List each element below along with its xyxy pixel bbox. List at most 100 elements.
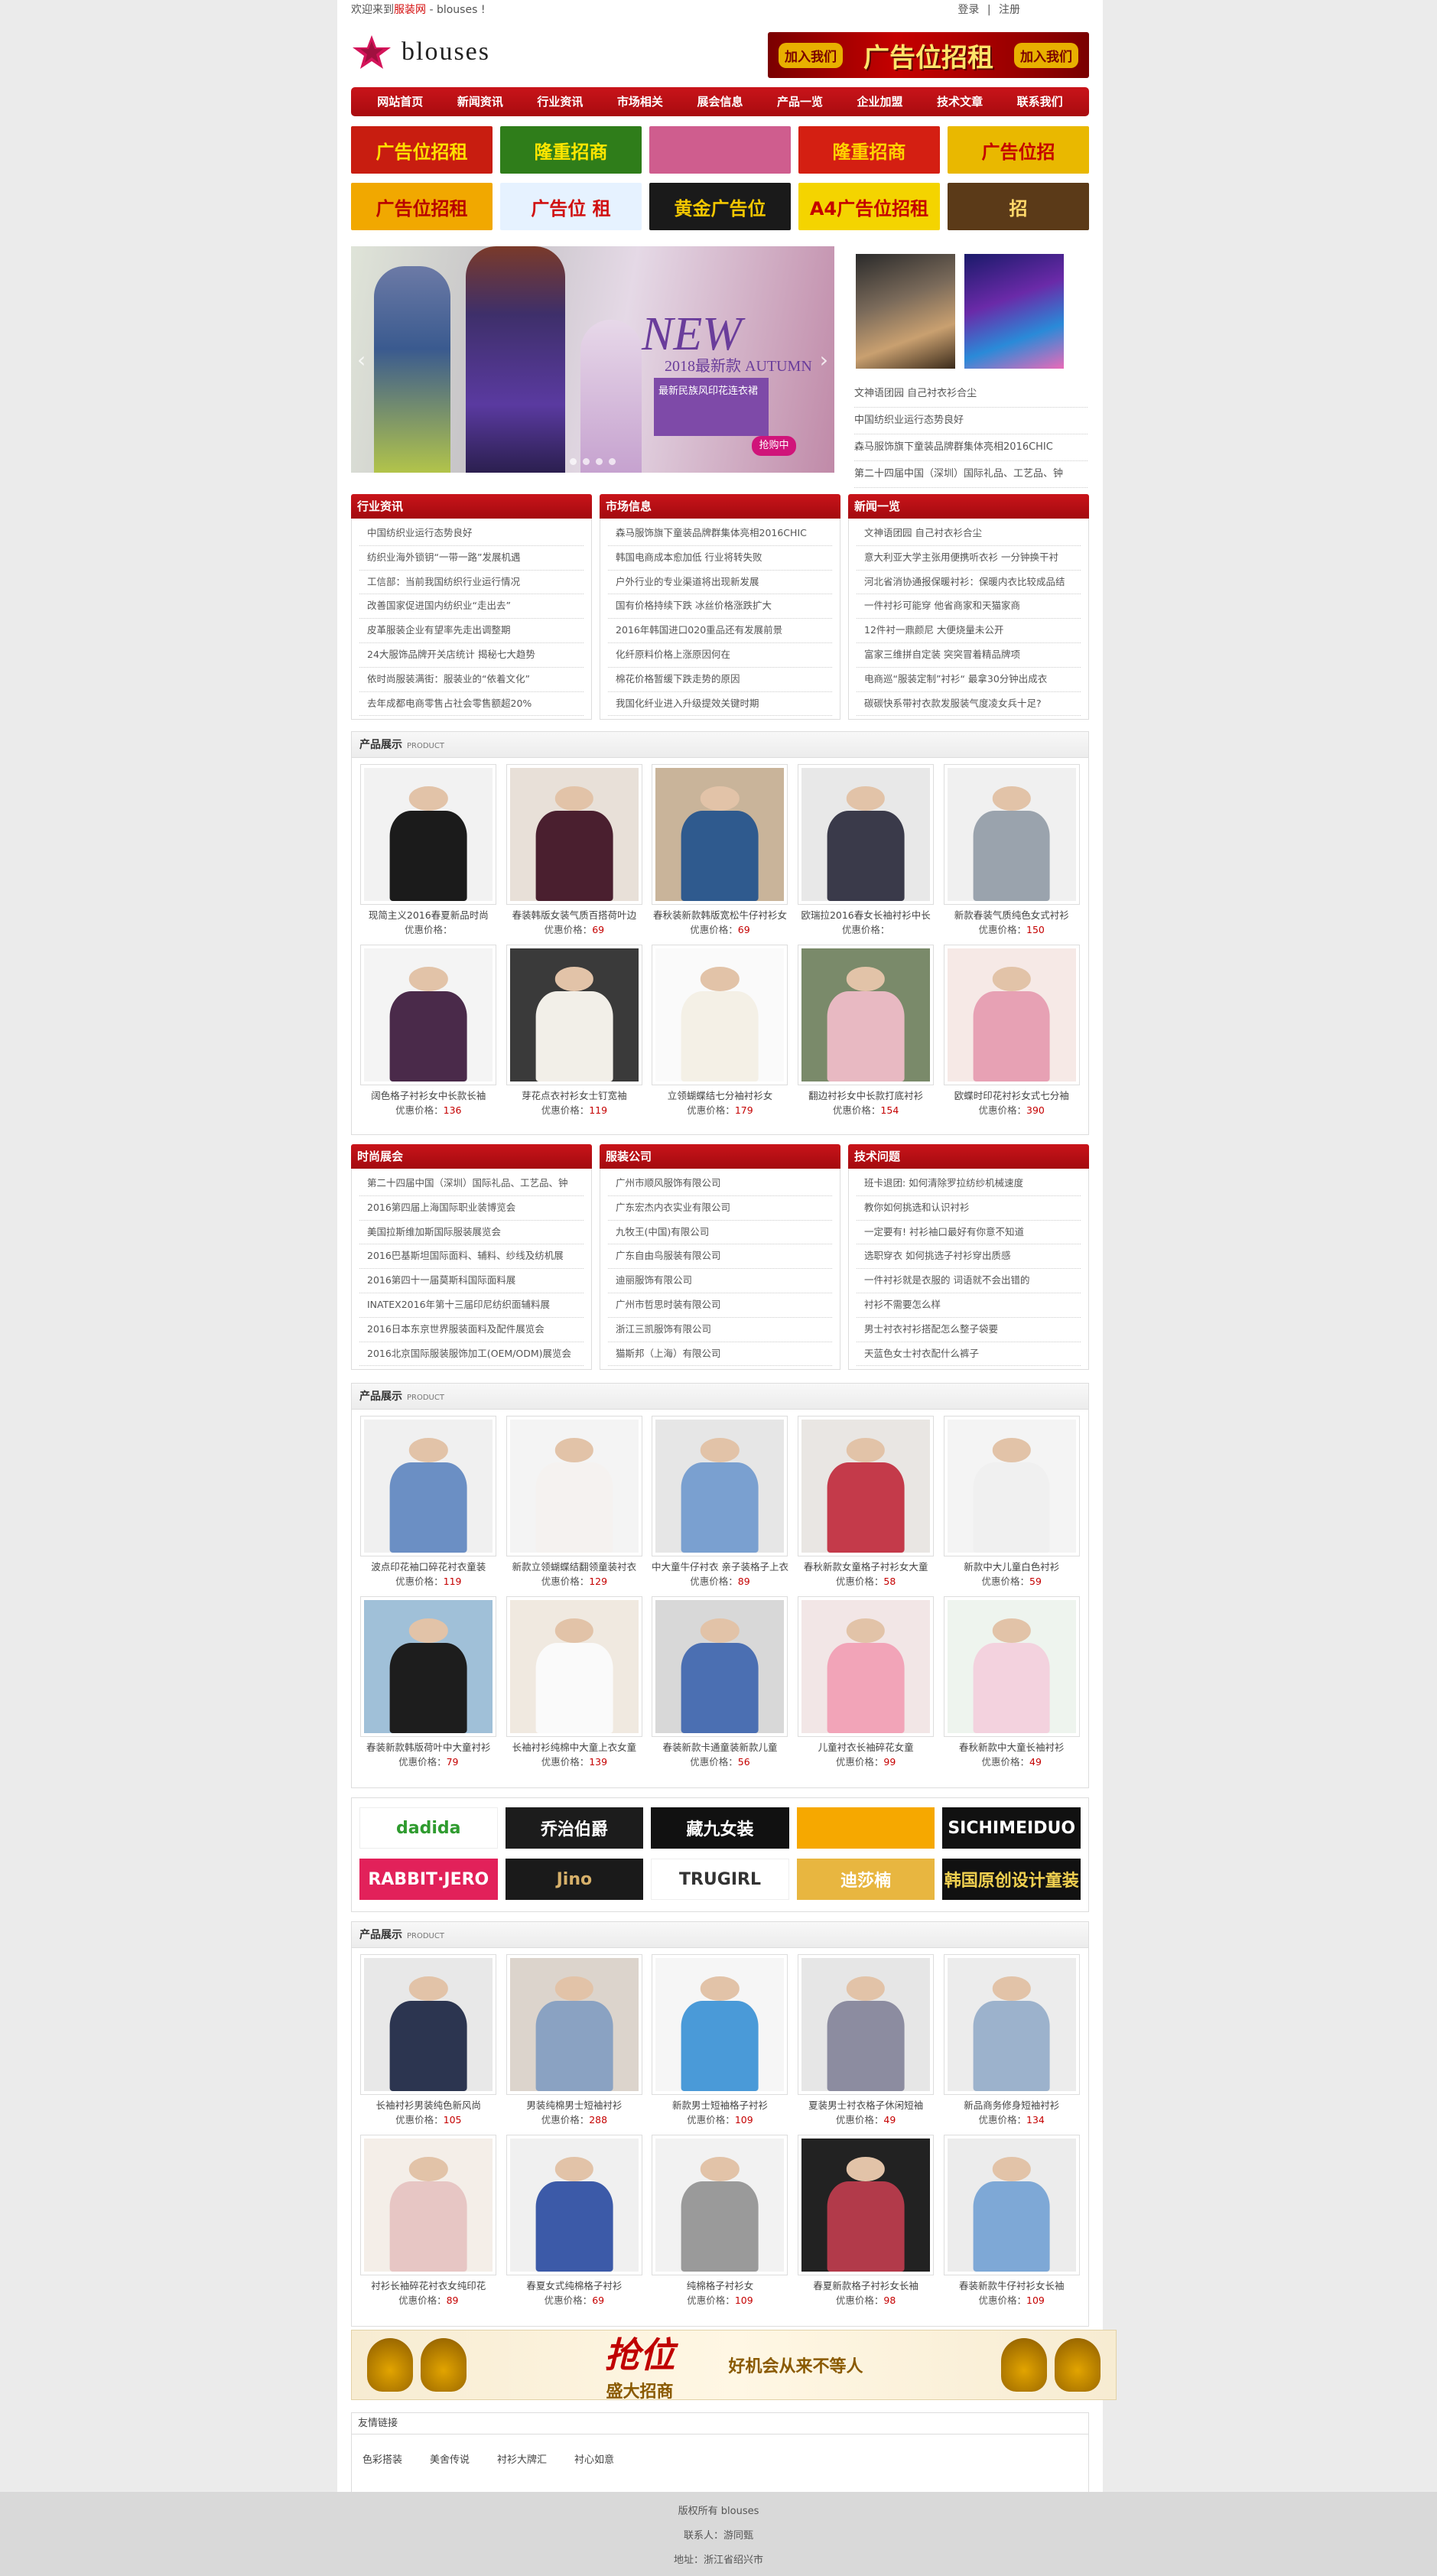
product-name[interactable]: 衬衫长袖碎花衬衣女纯印花 xyxy=(359,2278,498,2294)
nav-exhibition[interactable]: 展会信息 xyxy=(697,87,743,116)
ad-banner[interactable]: 招 xyxy=(948,183,1089,230)
news-item[interactable]: INATEX2016年第十三届印尼纺织面辅料展 xyxy=(359,1293,584,1318)
product-name[interactable]: 长袖衬衫纯棉中大童上衣女童 xyxy=(506,1740,644,1755)
product-name[interactable]: 阔色格子衬衫女中长款长袖 xyxy=(359,1088,498,1104)
news-item[interactable]: 2016巴基斯坦国际面料、辅料、纱线及纺机展 xyxy=(359,1244,584,1270)
brand-logo[interactable]: 韩国原创设计童装 xyxy=(942,1859,1081,1900)
product-name[interactable]: 长袖衬衫男装纯色新风尚 xyxy=(359,2098,498,2113)
nav-home[interactable]: 网站首页 xyxy=(377,87,423,116)
product-card[interactable]: 春装新款卡通童装新款儿童 优惠价格：56 xyxy=(651,1596,789,1777)
buy-now-button[interactable]: 抢购中 xyxy=(752,436,796,456)
dot[interactable] xyxy=(596,458,603,465)
product-image[interactable] xyxy=(943,1416,1080,1556)
register-link[interactable]: 注册 xyxy=(999,4,1020,16)
product-image[interactable] xyxy=(506,2135,642,2275)
news-item[interactable]: 2016第四届上海国际职业装博览会 xyxy=(359,1196,584,1221)
product-card[interactable]: 春夏新款格子衬衫女长袖 优惠价格：98 xyxy=(797,2135,935,2315)
product-name[interactable]: 立领蝴蝶结七分袖衬衫女 xyxy=(651,1088,789,1104)
ad-banner[interactable]: A4广告位招租 xyxy=(798,183,940,230)
product-name[interactable]: 春夏女式纯棉格子衬衫 xyxy=(506,2278,644,2294)
product-card[interactable]: 春装韩版女装气质百搭荷叶边 优惠价格：69 xyxy=(506,764,644,945)
ad-banner[interactable]: 广告位招租 xyxy=(351,183,493,230)
news-item[interactable]: 2016年韩国进口020重品还有发展前景 xyxy=(608,619,832,643)
product-name[interactable]: 男装纯棉男士短袖衬衫 xyxy=(506,2098,644,2113)
column-title[interactable]: 技术问题 xyxy=(848,1144,1089,1169)
news-item[interactable]: 电商巡“服装定制”衬衫“ 最拿30分钟出成衣 xyxy=(857,668,1081,692)
product-image[interactable] xyxy=(652,1416,788,1556)
product-card[interactable]: 阔色格子衬衫女中长款长袖 优惠价格：136 xyxy=(359,945,498,1125)
ad-banner[interactable]: 广告位 租 xyxy=(500,183,642,230)
product-image[interactable] xyxy=(360,1954,497,2095)
product-name[interactable]: 新款立领蝴蝶结翻领童装衬衣 xyxy=(506,1560,644,1575)
news-item[interactable]: 第二十四届中国（深圳）国际礼品、工艺品、钟 xyxy=(359,1172,584,1196)
ad-banner[interactable]: 隆重招商 xyxy=(798,126,940,174)
news-item[interactable]: 2016日本东京世界服装面料及配件展览会 xyxy=(359,1318,584,1342)
product-card[interactable]: 新款春装气质纯色女式衬衫 优惠价格：150 xyxy=(942,764,1081,945)
product-image[interactable] xyxy=(798,1416,935,1556)
news-item[interactable]: 皮革服装企业有望率先走出调整期 xyxy=(359,619,584,643)
product-image[interactable] xyxy=(360,945,497,1085)
thumb-store-photo[interactable] xyxy=(856,254,955,369)
news-item[interactable]: 一定要有! 衬衫袖口最好有你意不知道 xyxy=(857,1221,1081,1245)
news-item[interactable]: 一件衬衫可能穿 他省商家和天猫家商 xyxy=(857,594,1081,620)
news-item[interactable]: 去年成都电商零售占社会零售额超20% xyxy=(359,692,584,717)
news-item[interactable]: 猫斯邦（上海）有限公司 xyxy=(608,1342,832,1367)
nav-contact[interactable]: 联系我们 xyxy=(1017,87,1063,116)
news-item[interactable]: 广州市哲思时装有限公司 xyxy=(608,1293,832,1318)
news-item[interactable]: 改善国家促进国内纺织业“走出去” xyxy=(359,594,584,620)
news-item[interactable]: 广东宏杰内衣实业有限公司 xyxy=(608,1196,832,1221)
product-card[interactable]: 长袖衬衫纯棉中大童上衣女童 优惠价格：139 xyxy=(506,1596,644,1777)
product-image[interactable] xyxy=(798,764,935,905)
product-name[interactable]: 春秋新款中大童长袖衬衫 xyxy=(942,1740,1081,1755)
news-item[interactable]: 森马服饰旗下童装品牌群集体亮相2016CHIC xyxy=(608,522,832,546)
product-card[interactable]: 儿童衬衣长袖碎花女童 优惠价格：99 xyxy=(797,1596,935,1777)
ad-banner[interactable]: 广告位招租 xyxy=(351,126,493,174)
nav-products[interactable]: 产品一览 xyxy=(777,87,823,116)
news-item[interactable]: 富家三维拼自定装 突突冒着精品牌项 xyxy=(857,643,1081,668)
product-card[interactable]: 春秋装新款韩版宽松牛仔衬衫女 优惠价格：69 xyxy=(651,764,789,945)
brand-logo[interactable]: 乔治伯爵 xyxy=(505,1807,644,1849)
column-title[interactable]: 新闻一览 xyxy=(848,494,1089,519)
product-card[interactable]: 男装纯棉男士短袖衬衫 优惠价格：288 xyxy=(506,1954,644,2135)
product-image[interactable] xyxy=(943,2135,1080,2275)
product-image[interactable] xyxy=(360,764,497,905)
product-name[interactable]: 中大童牛仔衬衣 亲子装格子上衣 xyxy=(651,1560,789,1575)
news-item[interactable]: 迪丽服饰有限公司 xyxy=(608,1269,832,1293)
news-item[interactable]: 选职穿衣 如何挑选子衬衫穿出质感 xyxy=(857,1244,1081,1270)
product-image[interactable] xyxy=(360,1416,497,1556)
product-image[interactable] xyxy=(506,1954,642,2095)
product-name[interactable]: 翻边衬衫女中长款打底衬衫 xyxy=(797,1088,935,1104)
product-image[interactable] xyxy=(652,1954,788,2095)
news-item[interactable]: 教你如何挑选和认识衬衫 xyxy=(857,1196,1081,1221)
nav-news[interactable]: 新闻资讯 xyxy=(457,87,503,116)
product-name[interactable]: 新款男士短袖格子衬衫 xyxy=(651,2098,789,2113)
product-name[interactable]: 春秋新款女童格子衬衫女大童 xyxy=(797,1560,935,1575)
product-card[interactable]: 新款立领蝴蝶结翻领童装衬衣 优惠价格：129 xyxy=(506,1416,644,1596)
product-card[interactable]: 春秋新款中大童长袖衬衫 优惠价格：49 xyxy=(942,1596,1081,1777)
product-name[interactable]: 春秋装新款韩版宽松牛仔衬衫女 xyxy=(651,908,789,923)
news-item[interactable]: 12件衬一鼎颜尼 大便烧量未公开 xyxy=(857,619,1081,643)
news-item[interactable]: 依时尚服装满街：服装业的“依着文化” xyxy=(359,668,584,692)
news-item[interactable]: 九牧王(中国)有限公司 xyxy=(608,1221,832,1245)
news-item[interactable]: 森马服饰旗下童装品牌群集体亮相2016CHIC xyxy=(854,434,1088,461)
login-link[interactable]: 登录 xyxy=(957,4,979,16)
product-card[interactable]: 芽花点衣衬衫女士钉宽袖 优惠价格：119 xyxy=(506,945,644,1125)
product-name[interactable]: 新款春装气质纯色女式衬衫 xyxy=(942,908,1081,923)
product-image[interactable] xyxy=(506,1596,642,1737)
product-image[interactable] xyxy=(652,945,788,1085)
brand-logo[interactable]: 藏九女装 xyxy=(651,1807,789,1849)
product-image[interactable] xyxy=(506,945,642,1085)
next-arrow-icon[interactable]: › xyxy=(820,347,828,372)
recruit-banner[interactable]: 抢位 盛大招商 好机会从来不等人 xyxy=(351,2330,1117,2402)
news-item[interactable]: 碳碳快系带衬衣款发服装气度凌女兵十足? xyxy=(857,692,1081,717)
product-name[interactable]: 春装韩版女装气质百搭荷叶边 xyxy=(506,908,644,923)
news-item[interactable]: 24大服饰品牌开关店统计 揭秘七大趋势 xyxy=(359,643,584,668)
product-card[interactable]: 翻边衬衫女中长款打底衬衫 优惠价格：154 xyxy=(797,945,935,1125)
prev-arrow-icon[interactable]: ‹ xyxy=(357,347,366,372)
news-item[interactable]: 意大利亚大学主张用便携听衣衫 一分钟换干衬 xyxy=(857,546,1081,571)
hero-slider[interactable]: NEW 2018最新款 AUTUMN 最新民族风印花连衣裙 抢购中 ‹ › xyxy=(351,246,834,473)
column-title[interactable]: 行业资讯 xyxy=(351,494,592,519)
product-card[interactable]: 春装新款牛仔衬衫女长袖 优惠价格：109 xyxy=(942,2135,1081,2315)
product-image[interactable] xyxy=(506,1416,642,1556)
product-name[interactable]: 波点印花袖口碎花衬衣童装 xyxy=(359,1560,498,1575)
